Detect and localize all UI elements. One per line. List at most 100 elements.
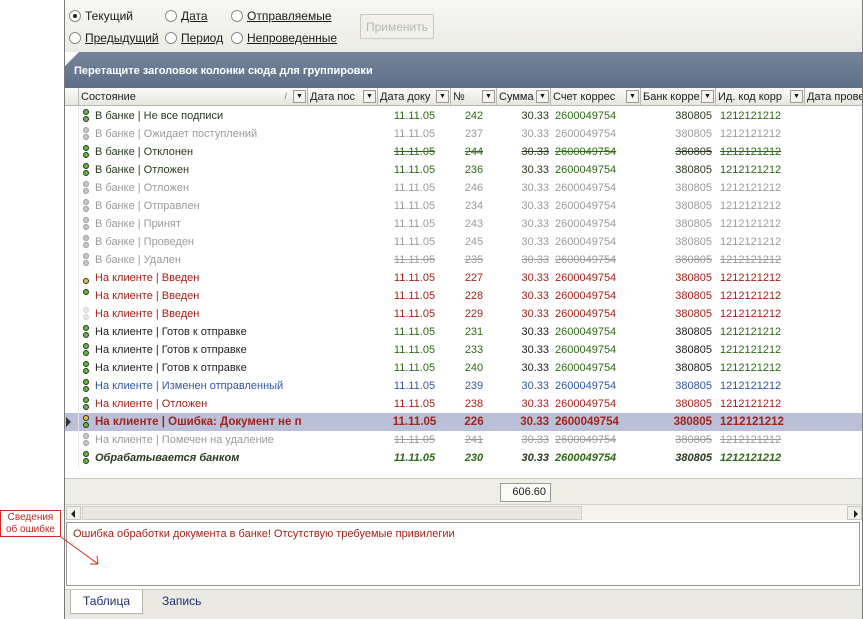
row-indicator[interactable] [65, 233, 79, 251]
column-header-bank[interactable]: Банк корре ▼ [641, 88, 716, 106]
table-row[interactable]: На клиенте | Изменен отправленный 11.11.0… [65, 377, 862, 395]
filter-radio-unposted[interactable]: Непроведенные [231, 31, 337, 45]
cell-bank: 380805 [675, 182, 712, 194]
row-indicator[interactable] [65, 377, 79, 395]
table-row[interactable]: На клиенте | Помечен на удаление 11.11.05… [65, 431, 862, 449]
cell-number: 237 [464, 128, 484, 140]
column-header-account[interactable]: Счет коррес ▼ [551, 88, 641, 106]
group-by-panel[interactable]: Перетащите заголовок колонки сюда для гр… [65, 52, 862, 88]
cell-status-wrap: На клиенте | Введен [79, 305, 308, 323]
row-indicator[interactable] [65, 305, 79, 323]
cell-bank: 380805 [675, 164, 712, 176]
filter-label: Дата [181, 9, 208, 23]
filter-dropdown-icon[interactable]: ▼ [293, 90, 306, 103]
error-message: Ошибка обработки документа в банке! Отсу… [73, 528, 455, 540]
column-header-number[interactable]: № ▼ [451, 88, 497, 106]
filter-dropdown-icon[interactable]: ▼ [790, 90, 803, 103]
table-row[interactable]: В банке | Ожидает поступлений 11.11.05 237… [65, 125, 862, 143]
filter-dropdown-icon[interactable]: ▼ [436, 90, 449, 103]
cell-status: На клиенте | Ошибка: Документ не п [95, 416, 302, 428]
row-indicator[interactable] [65, 449, 79, 467]
filter-dropdown-icon[interactable]: ▼ [536, 90, 549, 103]
table-row[interactable]: В банке | Отложен 11.11.05 246 30.33 2600049… [65, 179, 862, 197]
row-indicator[interactable] [65, 143, 79, 161]
status-light-icon [82, 379, 90, 393]
filter-dropdown-icon[interactable]: ▼ [363, 90, 376, 103]
table-row[interactable]: На клиенте | Введен 11.11.05 229 30.33 26000… [65, 305, 862, 323]
table-row[interactable]: На клиенте | Введен 11.11.05 227 30.33 26000… [65, 269, 862, 287]
sort-indicator-icon: / [284, 91, 287, 101]
filter-radio-current[interactable]: Текущий [69, 9, 133, 23]
apply-button[interactable]: Применить [360, 14, 434, 39]
row-indicator[interactable] [65, 431, 79, 449]
cell-account: 2600049754 [555, 452, 617, 464]
column-header-status[interactable]: Состояние / ▼ [79, 88, 308, 106]
tab-table[interactable]: Таблица [70, 590, 144, 614]
filter-radio-previous[interactable]: Предыдущий [69, 31, 159, 45]
cell-date-doc: 11.11.05 [393, 182, 436, 194]
row-indicator[interactable] [65, 251, 79, 269]
table-row[interactable]: На клиенте | Готов к отправке 11.11.05 231… [65, 323, 862, 341]
tab-record[interactable]: Запись [150, 590, 213, 614]
row-indicator[interactable] [65, 179, 79, 197]
row-indicator[interactable] [65, 287, 79, 305]
row-indicator[interactable] [65, 395, 79, 413]
cell-number: 238 [464, 398, 484, 410]
table-row[interactable]: В банке | Не все подписи 11.11.05 242 30.33… [65, 107, 862, 125]
cell-number: 246 [464, 182, 484, 194]
row-indicator[interactable] [65, 161, 79, 179]
scroll-left-icon[interactable] [66, 506, 81, 520]
table-row[interactable]: На клиенте | Ошибка: Документ не п 11.11.… [65, 413, 862, 431]
cell-number: 245 [464, 236, 484, 248]
cell-code: 1212121212 [720, 398, 782, 410]
filter-dropdown-icon[interactable]: ▼ [701, 90, 714, 103]
row-indicator[interactable] [65, 359, 79, 377]
cell-amount: 30.33 [521, 308, 549, 320]
filter-dropdown-icon[interactable]: ▼ [626, 90, 639, 103]
table-row[interactable]: В банке | Отложен 11.11.05 236 30.33 2600049… [65, 161, 862, 179]
scroll-thumb[interactable] [82, 506, 582, 520]
cell-account: 2600049754 [555, 308, 617, 320]
column-header-date-doc[interactable]: Дата доку ▼ [378, 88, 451, 106]
table-row[interactable]: В банке | Отклонен 11.11.05 244 30.33 260004… [65, 143, 862, 161]
table-row[interactable]: На клиенте | Готов к отправке 11.11.05 240… [65, 359, 862, 377]
table-row[interactable]: На клиенте | Отложен 11.11.05 238 30.33 2600… [65, 395, 862, 413]
filter-label: Текущий [85, 9, 133, 23]
scroll-right-icon[interactable] [847, 506, 862, 520]
row-indicator[interactable] [65, 125, 79, 143]
table-row[interactable]: В банке | Принят 11.11.05 243 30.33 26000497… [65, 215, 862, 233]
column-header-amount[interactable]: Сумма ▼ [497, 88, 551, 106]
table-row[interactable]: Обрабатывается банком 11.11.05 230 30.33 260… [65, 449, 862, 467]
row-indicator[interactable] [65, 323, 79, 341]
filter-dropdown-icon[interactable]: ▼ [482, 90, 495, 103]
row-indicator[interactable] [65, 215, 79, 233]
table-row[interactable]: В банке | Проведен 11.11.05 245 30.33 260004… [65, 233, 862, 251]
row-indicator[interactable] [65, 341, 79, 359]
filter-radio-period[interactable]: Период [165, 31, 223, 45]
status-light-icon [82, 145, 90, 159]
cell-amount: 30.33 [521, 146, 549, 158]
cell-code: 1212121212 [720, 380, 782, 392]
filter-radio-outgoing[interactable]: Отправляемые [231, 9, 332, 23]
row-indicator[interactable] [65, 413, 79, 431]
cell-amount: 30.33 [521, 362, 549, 374]
column-header-date-posted[interactable]: Дата прове [805, 88, 862, 106]
row-indicator[interactable] [65, 269, 79, 287]
column-header-label: Сумма [499, 91, 534, 103]
column-header-code[interactable]: Ид. код корр ▼ [716, 88, 805, 106]
cell-code: 1212121212 [720, 416, 784, 428]
tab-label: Запись [162, 594, 202, 608]
cell-bank: 380805 [675, 128, 712, 140]
table-row[interactable]: В банке | Отправлен 11.11.05 234 30.33 26000… [65, 197, 862, 215]
filter-radio-date[interactable]: Дата [165, 9, 208, 23]
table-row[interactable]: На клиенте | Готов к отправке 11.11.05 233… [65, 341, 862, 359]
row-indicator[interactable] [65, 197, 79, 215]
table-row[interactable]: На клиенте | Введен 11.11.05 228 30.33 26000… [65, 287, 862, 305]
cell-number: 230 [464, 452, 484, 464]
column-header-date-received[interactable]: Дата пос ▼ [308, 88, 378, 106]
cell-bank: 380805 [675, 146, 712, 158]
horizontal-scrollbar[interactable] [65, 504, 862, 520]
table-row[interactable]: В банке | Удален 11.11.05 235 30.33 26000497… [65, 251, 862, 269]
row-indicator[interactable] [65, 107, 79, 125]
cell-status-wrap: В банке | Ожидает поступлений [79, 125, 308, 143]
